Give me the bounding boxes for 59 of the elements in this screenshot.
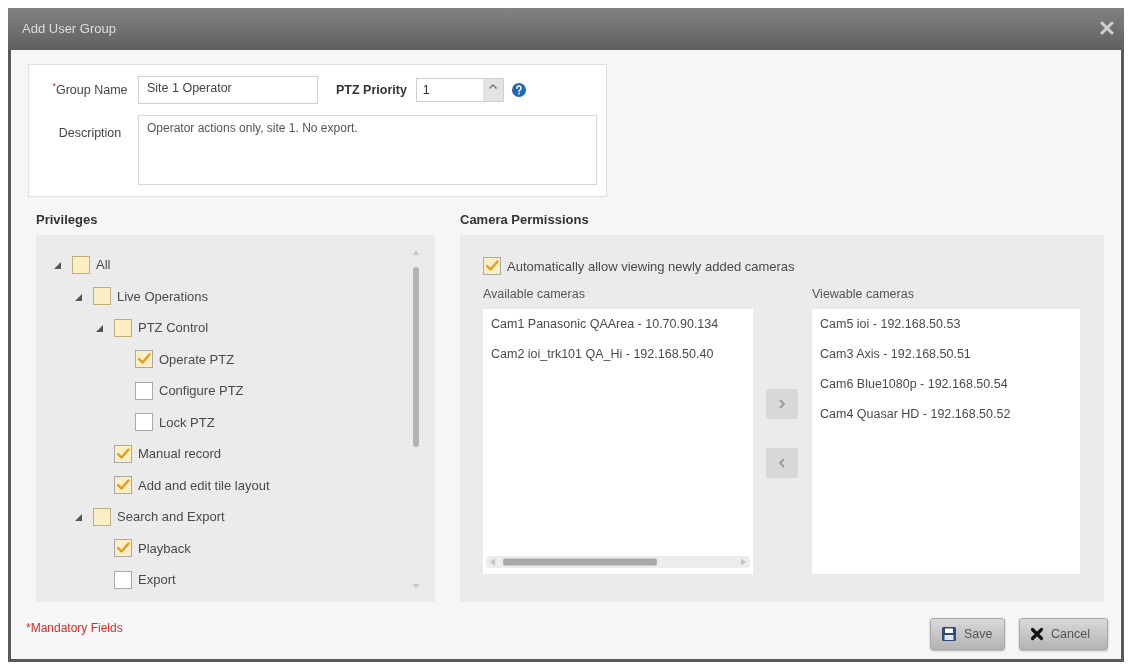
privilege-label: Configure PTZ (159, 383, 244, 399)
privilege-label: Operate PTZ (159, 351, 235, 367)
horizontal-scrollbar[interactable] (486, 555, 750, 569)
checkbox[interactable] (72, 255, 90, 274)
save-button[interactable]: Save (930, 618, 1005, 650)
caret-up-icon (488, 84, 497, 89)
privilege-label: Add and edit tile layout (138, 477, 270, 493)
privilege-label: Live Operations (117, 288, 209, 304)
checkbox[interactable] (114, 570, 132, 589)
help-icon[interactable] (511, 83, 526, 97)
list-title: Viewable cameras (812, 287, 915, 302)
expand-triangle-icon[interactable] (54, 262, 61, 270)
camera-list-item[interactable]: Cam6 Blue1080p - 192.168.50.54 (812, 369, 1080, 399)
privilege-label: All (96, 257, 111, 273)
privilege-label: Export (138, 572, 176, 588)
field-label: $^{*}$Group Name (51, 83, 129, 97)
checkbox[interactable] (114, 444, 132, 463)
window-title: Add User Group (22, 20, 116, 36)
list-title: Available cameras (483, 287, 586, 302)
priority-spinner[interactable]: 1 (415, 78, 504, 102)
move-left-button[interactable] (766, 448, 798, 478)
mandatory-fields-note: *Mandatory Fields (26, 621, 123, 635)
checkbox[interactable] (93, 507, 111, 526)
camera-list-item[interactable]: Cam1 Panasonic QAArea - 10.70.90.134 (483, 309, 753, 339)
privilege-label: Search and Export (117, 509, 225, 525)
chevron-left-icon (779, 458, 785, 468)
group-name-field[interactable]: Site 1 Operator (138, 76, 318, 104)
field-label: PTZ Priority (336, 83, 407, 97)
field-label: Description (57, 125, 123, 140)
description-field[interactable]: Operator actions only, site 1. No export. (138, 115, 597, 185)
checkbox[interactable] (114, 476, 132, 495)
checkbox[interactable] (114, 539, 132, 558)
camera-list-item[interactable]: Cam4 Quasar HD - 192.168.50.52 (812, 399, 1080, 429)
chevron-right-icon (779, 399, 785, 409)
checkbox[interactable] (93, 287, 111, 306)
move-right-button[interactable] (766, 389, 798, 419)
expand-triangle-icon[interactable] (96, 325, 103, 333)
close-icon (1100, 21, 1114, 35)
expand-triangle-icon[interactable] (75, 293, 82, 301)
checkbox-label: Automatically allow viewing newly added cameras (507, 258, 795, 274)
checkbox[interactable] (483, 257, 501, 275)
camera-list-item[interactable]: Cam3 Axis - 192.168.50.51 (812, 339, 1080, 369)
spin-up-button[interactable] (482, 79, 503, 101)
privilege-label: Lock PTZ (159, 414, 215, 430)
privilege-label: Manual record (138, 446, 222, 462)
camera-list-item[interactable]: Cam5 ioi - 192.168.50.53 (812, 309, 1080, 339)
camera-list-item[interactable]: Cam2 ioi_trk101 QA_Hi - 192.168.50.40 (483, 339, 753, 369)
section-heading: Camera Permissions (460, 212, 590, 228)
checkbox[interactable] (135, 413, 153, 432)
privilege-label: Playback (138, 540, 191, 556)
privilege-label: PTZ Control (138, 320, 209, 336)
checkbox[interactable] (114, 318, 132, 337)
expand-triangle-icon[interactable] (75, 514, 82, 522)
section-heading: Privileges (36, 212, 99, 228)
close-button[interactable] (1100, 21, 1114, 35)
cancel-button[interactable]: Cancel (1019, 618, 1108, 650)
checkbox[interactable] (135, 350, 153, 369)
checkbox[interactable] (135, 381, 153, 400)
close-icon (1030, 627, 1044, 641)
